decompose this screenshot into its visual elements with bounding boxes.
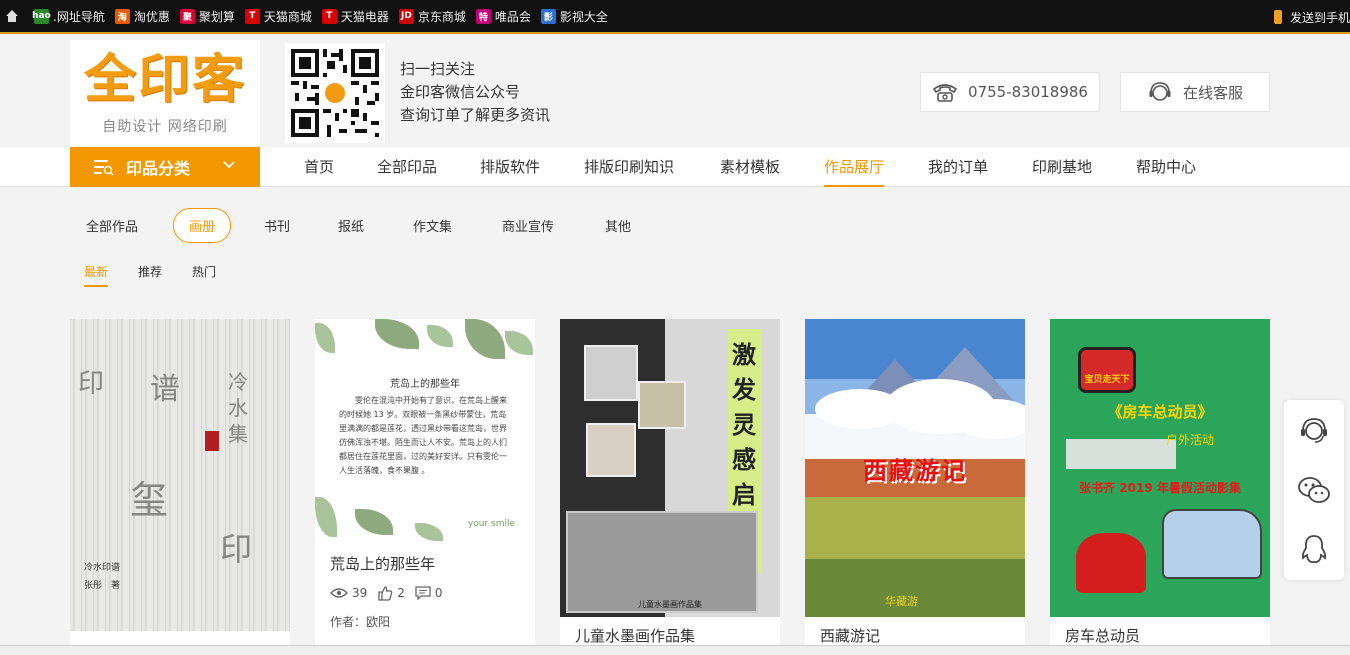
work-card[interactable]: 荒岛上的那些年 雯伦在混沌中开始有了意识，在荒岛上醒来的时候她 13 岁。双眼被… <box>315 319 535 655</box>
telephone-icon <box>932 84 958 102</box>
bookmark-item[interactable]: 聚聚划算 <box>179 8 235 25</box>
logo-slogan: 自助设计 网络印刷 <box>102 119 228 135</box>
home-icon[interactable] <box>0 0 24 33</box>
filter-all[interactable]: 全部作品 <box>86 216 138 235</box>
sort-popular[interactable]: 热门 <box>192 263 216 280</box>
bookmarks-bar: hao .网址导航淘淘优惠聚聚划算 T 天猫商城 T 天猫电器 JD 京东商城特唯品会影影视大… <box>0 0 1350 34</box>
floating-toolbar <box>1284 400 1344 580</box>
bookmark-favicon-icon: JD <box>398 8 414 24</box>
site-logo[interactable]: 全印客 自助设计 网络印刷 <box>70 40 260 147</box>
main-nav: 印品分类 首页 全部印品 排版软件 排版印刷知识 素材模板 作品展厅 我的订单 … <box>0 147 1350 187</box>
filter-books[interactable]: 书刊 <box>264 216 290 235</box>
nav-item-print-base[interactable]: 印刷基地 <box>1032 147 1092 187</box>
work-card[interactable]: 宝贝走天下 《房车总动员》 户外活动 张书齐 2019 年暑假活动影集 房车总动… <box>1050 319 1270 655</box>
eye-icon <box>330 588 348 598</box>
qr-description: 扫一扫关注 金印客微信公众号 查询订单了解更多资讯 <box>400 60 551 124</box>
browser-status-bar <box>0 645 1350 655</box>
comment-count: 0 <box>434 586 443 600</box>
nav-item-templates[interactable]: 素材模板 <box>720 147 780 187</box>
work-card[interactable]: 西藏游记 华藏游 西藏游记 <box>805 319 1025 655</box>
red-seal-stamp <box>205 431 219 451</box>
qq-button[interactable] <box>1284 520 1344 580</box>
headset-icon <box>1301 418 1327 443</box>
bookmark-favicon-icon: T <box>244 8 260 24</box>
bookmark-favicon-icon: 影 <box>540 8 556 24</box>
bookmark-item[interactable]: JD 京东商城 <box>398 8 466 25</box>
chevron-down-icon <box>223 161 235 169</box>
headset-icon <box>1149 82 1171 101</box>
bookmark-item[interactable]: 特唯品会 <box>475 8 531 25</box>
work-title[interactable]: 儿童水墨画作品集 <box>560 625 780 647</box>
bookmark-favicon-icon: hao <box>32 8 51 24</box>
badge-logo: 宝贝走天下 <box>1078 347 1136 393</box>
work-title[interactable]: 房车总动员 <box>1050 625 1270 647</box>
qr-logo-badge <box>323 81 347 105</box>
sort-latest[interactable]: 最新 <box>84 263 109 287</box>
hotline-button[interactable]: 0755-83018986 <box>920 72 1100 112</box>
bookmark-item[interactable]: T 天猫商城 <box>244 8 312 25</box>
bookmark-favicon-icon: 特 <box>475 8 491 24</box>
nav-item-all-prints[interactable]: 全部印品 <box>377 147 437 187</box>
work-cover-image[interactable]: 印 谱 玺 印 冷水集 冷水印谱 张彤 著 <box>70 319 290 631</box>
bookmark-item[interactable]: hao .网址导航 <box>32 8 105 25</box>
work-stats: 39 2 0 <box>315 585 535 601</box>
nav-item-my-orders[interactable]: 我的订单 <box>928 147 988 187</box>
wechat-icon <box>1298 477 1330 503</box>
like-count: 2 <box>397 586 405 600</box>
bookmark-favicon-icon: 淘 <box>114 8 130 24</box>
filter-album[interactable]: 画册 <box>173 208 232 243</box>
wechat-qr-code <box>285 43 385 143</box>
nav-item-home[interactable]: 首页 <box>304 147 334 187</box>
work-card[interactable]: 激发灵感启发天赋 儿童水墨画作品集 儿童水墨画作品集 <box>560 319 780 655</box>
work-cover-image[interactable]: 西藏游记 华藏游 <box>805 319 1025 617</box>
work-cover-image[interactable]: 激发灵感启发天赋 儿童水墨画作品集 <box>560 319 780 617</box>
view-count: 39 <box>352 586 368 600</box>
filter-newspaper[interactable]: 报纸 <box>338 216 364 235</box>
work-title[interactable]: 西藏游记 <box>805 625 1025 647</box>
logo-text: 全印客 <box>83 49 246 110</box>
bookmark-favicon-icon: T <box>321 8 337 24</box>
bookmark-item[interactable]: T 天猫电器 <box>321 8 389 25</box>
work-cover-image[interactable]: 宝贝走天下 《房车总动员》 户外活动 张书齐 2019 年暑假活动影集 <box>1050 319 1270 617</box>
online-service-button[interactable]: 在线客服 <box>1120 72 1270 112</box>
comment-icon[interactable] <box>415 586 431 600</box>
bookmark-item[interactable]: 影影视大全 <box>540 8 608 25</box>
qq-penguin-icon <box>1301 535 1327 563</box>
send-to-phone-button[interactable]: 发送到手机 <box>1273 0 1350 34</box>
work-title[interactable]: 荒岛上的那些年 <box>315 553 535 575</box>
work-cover-image[interactable]: 荒岛上的那些年 雯伦在混沌中开始有了意识，在荒岛上醒来的时候她 13 岁。双眼被… <box>315 319 535 541</box>
sort-recommended[interactable]: 推荐 <box>138 263 162 280</box>
work-card[interactable]: 印 谱 玺 印 冷水集 冷水印谱 张彤 著 <box>70 319 290 655</box>
work-author: 作者：欧阳 <box>330 615 391 629</box>
nav-item-gallery[interactable]: 作品展厅 <box>824 147 885 187</box>
filter-essays[interactable]: 作文集 <box>413 216 452 235</box>
customer-service-button[interactable] <box>1284 400 1344 460</box>
category-menu-button[interactable]: 印品分类 <box>70 147 260 187</box>
nav-item-print-knowledge[interactable]: 排版印刷知识 <box>584 147 674 187</box>
nav-item-layout-software[interactable]: 排版软件 <box>480 147 540 187</box>
bookmark-favicon-icon: 聚 <box>179 8 195 24</box>
bookmark-item[interactable]: 淘淘优惠 <box>114 8 170 25</box>
filter-other[interactable]: 其他 <box>605 216 631 235</box>
thumbs-up-icon[interactable] <box>377 585 393 601</box>
list-icon <box>94 160 114 176</box>
wechat-button[interactable] <box>1284 460 1344 520</box>
nav-item-help[interactable]: 帮助中心 <box>1136 147 1196 187</box>
filter-business[interactable]: 商业宣传 <box>502 216 554 235</box>
phone-icon <box>1273 10 1282 24</box>
